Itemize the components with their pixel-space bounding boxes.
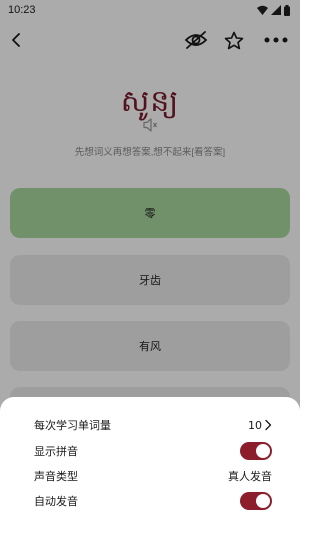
words-per-session-number: 10: [248, 418, 262, 432]
chevron-right-icon: [264, 419, 272, 431]
toggle-knob: [256, 494, 270, 508]
settings-sheet: 每次学习单词量 10 显示拼音 声音类型 真人发音 自动发音: [0, 397, 300, 533]
words-per-session-label: 每次学习单词量: [34, 419, 111, 432]
voice-type-row[interactable]: 声音类型 真人发音: [34, 465, 272, 487]
words-per-session-value[interactable]: 10: [248, 419, 272, 432]
show-pinyin-row: 显示拼音: [34, 440, 272, 462]
auto-play-label: 自动发音: [34, 495, 78, 508]
voice-type-value[interactable]: 真人发音: [228, 468, 272, 484]
auto-play-row: 自动发音: [34, 490, 272, 512]
toggle-knob: [256, 444, 270, 458]
show-pinyin-toggle[interactable]: [240, 442, 272, 460]
show-pinyin-label: 显示拼音: [34, 445, 78, 458]
app-screen: 10:23 សូន្យ 先想词义再想答案,想不起来[看答案] 零 牙齿 有风 每…: [0, 0, 300, 533]
voice-type-label: 声音类型: [34, 470, 78, 483]
auto-play-toggle[interactable]: [240, 492, 272, 510]
words-per-session-row[interactable]: 每次学习单词量 10: [34, 414, 272, 436]
